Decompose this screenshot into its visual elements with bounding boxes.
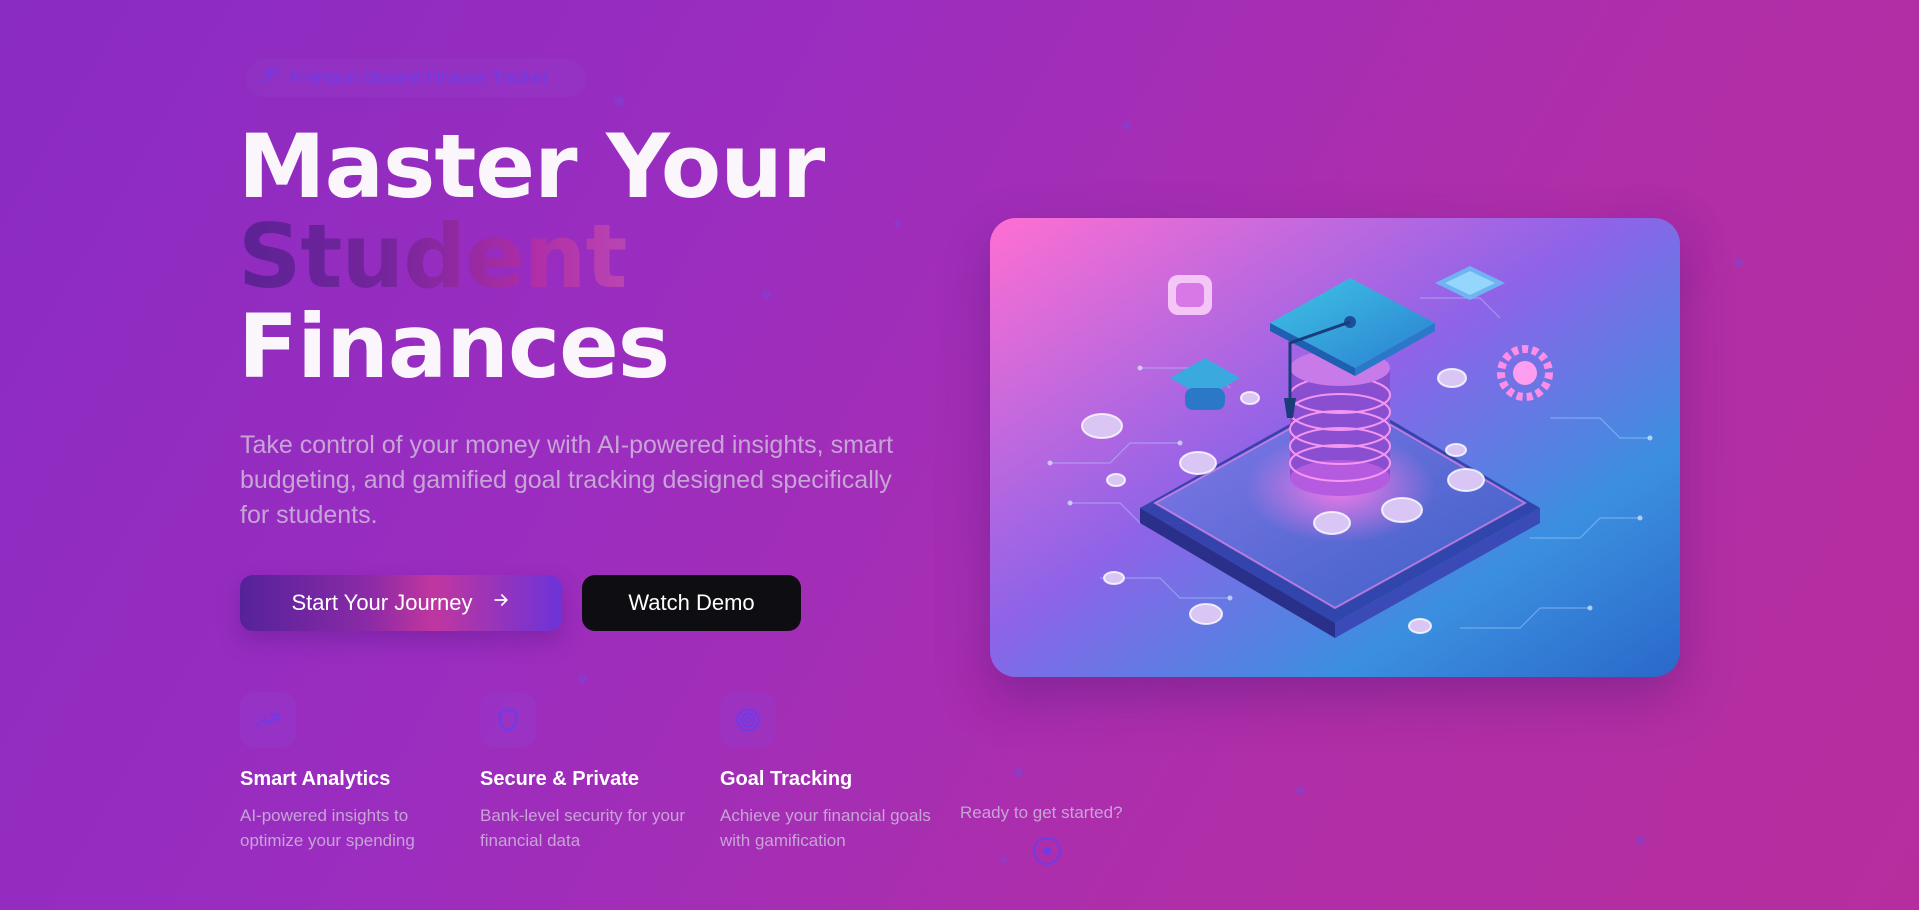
scroll-down-indicator[interactable] (1033, 837, 1061, 865)
decor-dot (1014, 768, 1023, 777)
target-icon (720, 692, 776, 748)
sparkles-icon (260, 66, 280, 91)
decor-dot (1296, 786, 1305, 795)
feature-smart-analytics: Smart Analytics AI-powered insights to o… (240, 692, 460, 853)
decor-dot (578, 674, 587, 683)
feature-description: AI-powered insights to optimize your spe… (240, 806, 415, 850)
hero-subtitle: Take control of your money with AI-power… (240, 431, 894, 529)
hero-illustration (990, 218, 1680, 677)
headline-line-1: Master Your (238, 115, 825, 218)
decor-dot (1636, 836, 1645, 845)
feature-secure-private: Secure & Private Bank-level security for… (480, 692, 700, 853)
watch-demo-button[interactable]: Watch Demo (582, 575, 801, 631)
feature-title: Secure & Private (480, 768, 639, 790)
badge-label: Premium Student Finance Tracker (290, 68, 548, 87)
ready-text: Ready to get started? (960, 803, 1123, 822)
feature-description: Bank-level security for your financial d… (480, 806, 686, 850)
start-journey-button[interactable]: Start Your Journey (240, 575, 562, 631)
feature-goal-tracking: Goal Tracking Achieve your financial goa… (720, 692, 940, 853)
headline-line-2: Student (238, 212, 824, 302)
scroll-dot-icon (1043, 847, 1051, 855)
watch-demo-label: Watch Demo (628, 590, 755, 615)
headline-line-3: Finances (238, 295, 670, 398)
decor-dot (894, 220, 901, 227)
premium-badge: Premium Student Finance Tracker (246, 59, 586, 97)
feature-title: Smart Analytics (240, 768, 391, 790)
decor-dot (1122, 121, 1131, 130)
feature-title: Goal Tracking (720, 768, 853, 790)
arrow-right-icon (491, 590, 511, 616)
trending-up-icon (240, 692, 296, 748)
decor-dot (1000, 856, 1007, 863)
start-journey-label: Start Your Journey (291, 590, 473, 615)
decor-dot (1734, 258, 1743, 267)
decor-dot (614, 96, 624, 106)
shield-icon (480, 692, 536, 748)
feature-description: Achieve your financial goals with gamifi… (720, 806, 931, 850)
hero-headline: Master Your Student Finances (238, 115, 825, 398)
